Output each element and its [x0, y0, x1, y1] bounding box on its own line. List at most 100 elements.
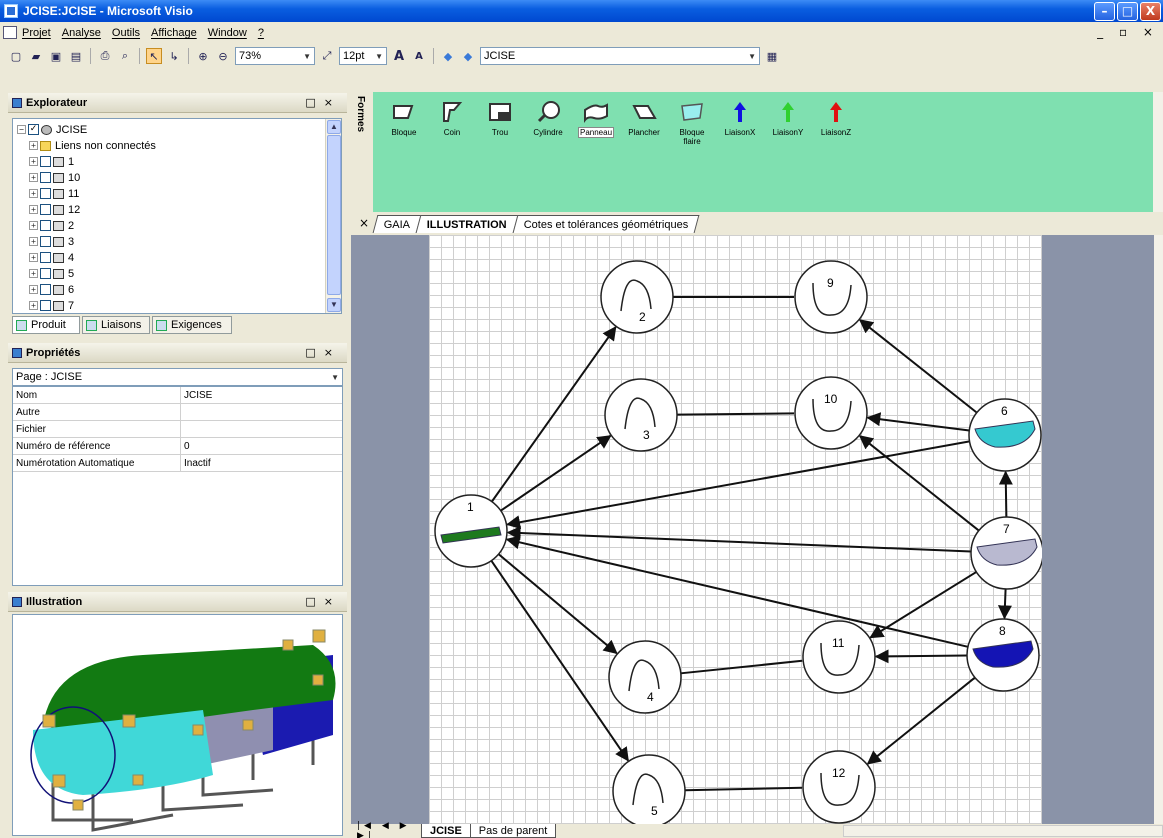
print-icon[interactable]: ⎙: [97, 48, 113, 64]
save-icon[interactable]: ▣: [48, 48, 64, 64]
liaison-edge-6-10[interactable]: [866, 412, 970, 432]
chevron-down-icon[interactable]: ▼: [375, 52, 383, 61]
chevron-down-icon[interactable]: ▼: [303, 52, 311, 61]
zoom-in-icon[interactable]: ⊕: [195, 48, 211, 64]
property-value[interactable]: JCISE: [181, 390, 212, 401]
drawing-area[interactable]: 1 2 3 4 5 6 7 8 9 10 11 12: [351, 235, 1154, 824]
tree-item[interactable]: + 12: [29, 203, 80, 216]
expand-icon[interactable]: +: [29, 173, 38, 182]
expand-icon[interactable]: +: [29, 253, 38, 262]
stencil-scrollbar[interactable]: [1153, 92, 1163, 212]
menu-outils[interactable]: Outils: [112, 27, 140, 39]
expand-icon[interactable]: +: [29, 205, 38, 214]
mdi-controls[interactable]: _ ▫ ×: [1097, 25, 1159, 39]
panel-controls[interactable]: □×: [305, 346, 341, 359]
menu-projet[interactable]: Projet: [22, 27, 51, 39]
page-navigation-icons[interactable]: |◀ ◀ ▶ ▶|: [351, 821, 421, 838]
drawing-page[interactable]: 1 2 3 4 5 6 7 8 9 10 11 12: [429, 235, 1042, 824]
liaison-edge-1-5[interactable]: [490, 560, 629, 762]
panel-controls[interactable]: □×: [305, 595, 341, 608]
graph-node-8[interactable]: 8: [966, 618, 1040, 692]
font-size-combo[interactable]: 12pt ▼: [339, 47, 387, 65]
tree-item[interactable]: + 2: [29, 219, 74, 232]
liaison-edge-1-4[interactable]: [497, 553, 618, 655]
graph-node-3[interactable]: 3: [604, 378, 678, 452]
liaison-edge-1-3[interactable]: [500, 435, 612, 512]
liaison-edge-4-11[interactable]: [680, 659, 803, 675]
page-options-icon[interactable]: ▦: [764, 48, 780, 64]
liaison-edge-5-12[interactable]: [684, 786, 803, 792]
tree-item[interactable]: + 10: [29, 171, 80, 184]
properties-selector[interactable]: Page : JCISE ▼: [12, 368, 343, 386]
shape-cylindre[interactable]: Cylindre: [525, 100, 571, 137]
zoom-combo[interactable]: 73% ▼: [235, 47, 315, 65]
tree-item[interactable]: + 11: [29, 187, 79, 200]
menu-window[interactable]: Window: [208, 27, 247, 39]
property-value[interactable]: Inactif: [181, 458, 211, 469]
scroll-up-icon[interactable]: ▲: [327, 120, 341, 134]
checkbox[interactable]: [40, 268, 51, 279]
shape-panneau[interactable]: Panneau: [573, 100, 619, 138]
properties-icon[interactable]: ▤: [68, 48, 84, 64]
forward-arrow-icon[interactable]: ◆: [460, 48, 476, 64]
illustration-view[interactable]: [12, 614, 343, 836]
tree-item[interactable]: + 7: [29, 299, 74, 312]
property-row[interactable]: Numérotation Automatique Inactif: [13, 455, 342, 472]
checkbox[interactable]: [40, 252, 51, 263]
expand-icon[interactable]: +: [29, 269, 38, 278]
property-row[interactable]: Nom JCISE: [13, 387, 342, 404]
fit-page-icon[interactable]: ⤢: [319, 48, 335, 64]
zoom-out-icon[interactable]: ⊖: [215, 48, 231, 64]
tree-item[interactable]: + Liens non connectés: [29, 139, 156, 152]
minimize-button[interactable]: –: [1094, 2, 1115, 21]
graph-node-10[interactable]: 10: [794, 376, 868, 450]
expand-icon[interactable]: +: [29, 285, 38, 294]
graph-node-2[interactable]: 2: [600, 260, 674, 334]
menu-analyse[interactable]: Analyse: [62, 27, 101, 39]
expand-icon[interactable]: +: [29, 237, 38, 246]
checkbox[interactable]: [40, 204, 51, 215]
graph-node-9[interactable]: 9: [794, 260, 868, 334]
shape-bloque-flaire[interactable]: Bloque flaire: [669, 100, 715, 146]
checkbox[interactable]: ✓: [28, 124, 39, 135]
graph-node-11[interactable]: 11: [802, 620, 876, 694]
tab-exigences[interactable]: Exigences: [152, 316, 232, 334]
shape-liaison-y[interactable]: LiaisonY: [765, 100, 811, 137]
graph-node-7[interactable]: 7: [970, 516, 1042, 590]
expand-icon[interactable]: +: [29, 189, 38, 198]
tree-item[interactable]: + 1: [29, 155, 74, 168]
tab-page-jcise[interactable]: JCISE: [421, 824, 471, 838]
graph-node-12[interactable]: 12: [802, 750, 876, 824]
tab-page-pas-de-parent[interactable]: Pas de parent: [469, 824, 557, 838]
checkbox[interactable]: [40, 284, 51, 295]
tree-item[interactable]: + 3: [29, 235, 74, 248]
scroll-thumb[interactable]: [327, 135, 341, 295]
graph-node-4[interactable]: 4: [608, 640, 682, 714]
page-combo[interactable]: JCISE ▼: [480, 47, 760, 65]
property-value[interactable]: 0: [181, 441, 190, 452]
close-button[interactable]: X: [1140, 2, 1161, 21]
liaison-edge-8-1[interactable]: [505, 535, 969, 648]
liaison-edge-8-12[interactable]: [866, 676, 976, 765]
scroll-down-icon[interactable]: ▼: [327, 298, 341, 312]
drawing-scrollbar[interactable]: [1154, 235, 1163, 824]
shape-bloque[interactable]: Bloque: [381, 100, 427, 137]
tab-liaisons[interactable]: Liaisons: [82, 316, 150, 334]
back-arrow-icon[interactable]: ◆: [440, 48, 456, 64]
liaison-edge-8-11[interactable]: [874, 649, 968, 664]
new-document-icon[interactable]: ▢: [8, 48, 24, 64]
checkbox[interactable]: [40, 188, 51, 199]
shape-coin[interactable]: Coin: [429, 100, 475, 137]
tab-illustration[interactable]: ILLUSTRATION: [415, 215, 519, 233]
shape-plancher[interactable]: Plancher: [621, 100, 667, 137]
print-preview-icon[interactable]: ⌕: [117, 48, 133, 64]
shape-liaison-z[interactable]: LiaisonZ: [813, 100, 859, 137]
tab-produit[interactable]: Produit: [12, 316, 80, 334]
collapse-icon[interactable]: −: [17, 125, 26, 134]
checkbox[interactable]: [40, 172, 51, 183]
shrink-font-icon[interactable]: A: [411, 48, 427, 64]
liaison-edge-7-1[interactable]: [506, 526, 972, 553]
tab-gaia[interactable]: GAIA: [372, 215, 422, 233]
tree-item[interactable]: + 5: [29, 267, 74, 280]
checkbox[interactable]: [40, 156, 51, 167]
